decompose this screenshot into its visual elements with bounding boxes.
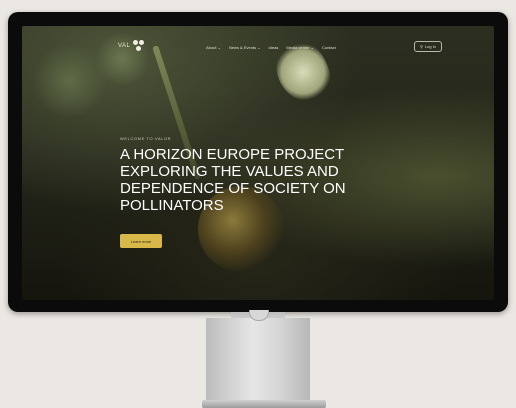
learn-more-button[interactable]: Learn more (120, 234, 162, 248)
hero-eyebrow: WELCOME TO VALOR (120, 136, 172, 141)
main-menu: About ⌄ News & Events ⌄ Ideas Media cent… (206, 45, 336, 50)
site-navbar: VAL About ⌄ News & Events ⌄ Ideas Media … (22, 26, 494, 66)
nav-item-news-events[interactable]: News & Events ⌄ (229, 45, 261, 50)
chevron-down-icon: ⌄ (217, 45, 221, 50)
chevron-down-icon: ⌄ (257, 45, 261, 50)
nav-item-media-center[interactable]: Media center ⌄ (286, 45, 314, 50)
hero-headline: A HORIZON EUROPE PROJECT EXPLORING THE V… (120, 146, 346, 214)
monitor-bezel: VAL About ⌄ News & Events ⌄ Ideas Media … (8, 12, 508, 312)
logo-mark-icon (133, 40, 145, 52)
monitor-base (202, 400, 326, 408)
logo-text: VAL (118, 43, 131, 49)
nav-item-contact[interactable]: Contact (322, 45, 336, 50)
nav-item-about[interactable]: About ⌄ (206, 45, 221, 50)
product-mockup: VAL About ⌄ News & Events ⌄ Ideas Media … (0, 0, 516, 408)
monitor-stand (206, 318, 310, 402)
login-button[interactable]: ⚲ Log in (414, 41, 442, 52)
user-icon: ⚲ (420, 44, 423, 49)
chevron-down-icon: ⌄ (310, 45, 314, 50)
nav-item-ideas[interactable]: Ideas (269, 45, 279, 50)
website-screen: VAL About ⌄ News & Events ⌄ Ideas Media … (22, 26, 494, 300)
site-logo[interactable]: VAL (118, 40, 145, 52)
